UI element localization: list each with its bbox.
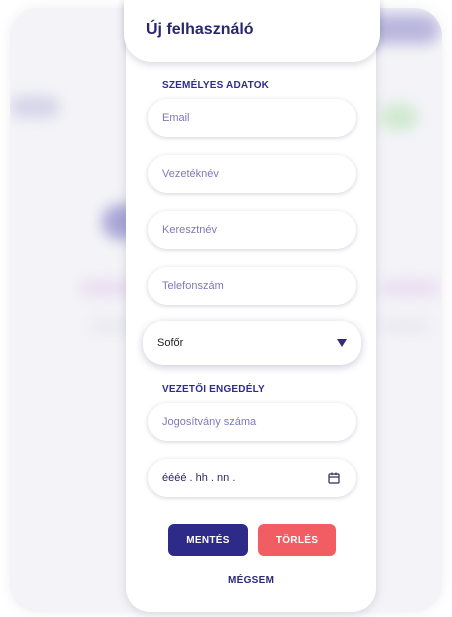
last-name-field[interactable]: Vezetéknév <box>148 155 356 193</box>
cancel-button[interactable]: MÉGSEM <box>228 575 274 586</box>
chevron-down-icon <box>337 339 347 347</box>
email-field[interactable]: Email <box>148 99 356 137</box>
license-number-field[interactable]: Jogosítvány száma <box>148 403 356 441</box>
delete-button[interactable]: TÖRLÉS <box>258 524 336 556</box>
date-placeholder: éééé . hh . nn . <box>162 472 236 484</box>
modal-title: Új felhasználó <box>146 21 254 38</box>
role-select[interactable]: Sofőr <box>143 321 361 365</box>
calendar-icon[interactable] <box>328 472 340 484</box>
blurred-text-right <box>380 320 430 332</box>
save-button[interactable]: MENTÉS <box>168 524 248 556</box>
first-name-field[interactable]: Keresztnév <box>148 211 356 249</box>
license-heading: VEZETŐI ENGEDÉLY <box>162 384 265 395</box>
blurred-status-badge <box>380 104 418 130</box>
phone-field[interactable]: Telefonszám <box>148 267 356 305</box>
role-select-value: Sofőr <box>157 337 184 349</box>
personal-data-heading: SZEMÉLYES ADATOK <box>162 80 270 91</box>
new-user-modal <box>126 0 376 612</box>
license-date-field[interactable]: éééé . hh . nn . <box>148 459 356 497</box>
blurred-row-right <box>380 280 440 296</box>
blurred-nav-item <box>10 96 60 118</box>
